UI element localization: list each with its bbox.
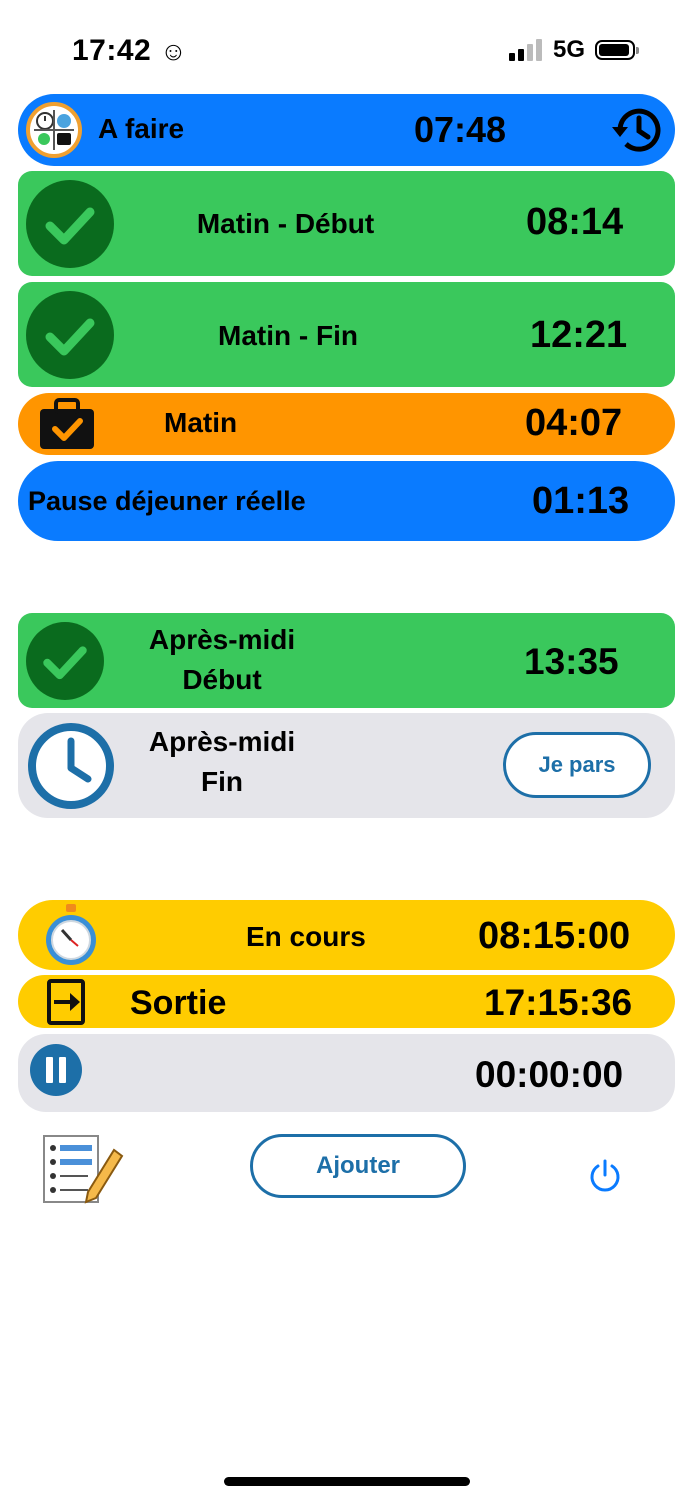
todo-value: 07:48 bbox=[414, 109, 507, 150]
pause-row: 00:00:00 bbox=[18, 1034, 675, 1112]
network-label: 5G bbox=[552, 36, 585, 63]
home-indicator[interactable] bbox=[224, 1477, 470, 1486]
in-progress-value: 08:15:00 bbox=[478, 915, 631, 957]
exit-row: Sortie 17:15:36 bbox=[18, 975, 675, 1028]
afternoon-end-label-line2: Fin bbox=[201, 765, 243, 797]
status-time: 17:42 ☺ bbox=[72, 34, 188, 67]
in-progress-label: En cours bbox=[246, 921, 366, 952]
exit-door-icon bbox=[47, 979, 85, 1025]
afternoon-start-label-line2: Début bbox=[182, 663, 262, 695]
morning-total-value: 04:07 bbox=[525, 402, 623, 444]
morning-total-label: Matin bbox=[164, 407, 238, 438]
afternoon-start-label-line1: Après-midi bbox=[148, 624, 296, 655]
morning-end-row[interactable]: Matin - Fin 12:21 bbox=[18, 282, 675, 387]
morning-start-label: Matin - Début bbox=[196, 208, 375, 239]
lunch-row: Pause déjeuner réelle 01:13 bbox=[18, 461, 675, 541]
pause-value: 00:00:00 bbox=[475, 1054, 624, 1095]
power-icon[interactable] bbox=[588, 1158, 622, 1192]
check-icon bbox=[26, 622, 104, 700]
in-progress-row: En cours 08:15:00 bbox=[18, 900, 675, 970]
morning-end-value: 12:21 bbox=[530, 314, 628, 356]
clock-icon bbox=[28, 723, 114, 809]
afternoon-end-row: Après-midi Fin Je pars bbox=[18, 713, 675, 818]
afternoon-end-label-line1: Après-midi bbox=[148, 726, 296, 757]
signal-icon bbox=[508, 39, 542, 61]
smiley-icon: ☺ bbox=[160, 36, 188, 66]
afternoon-start-value: 13:35 bbox=[524, 641, 619, 682]
add-button[interactable]: Ajouter bbox=[250, 1134, 466, 1198]
afternoon-start-label: Après-midi Début bbox=[128, 623, 316, 696]
lunch-value: 01:13 bbox=[532, 480, 630, 522]
lunch-label: Pause déjeuner réelle bbox=[28, 486, 306, 516]
morning-start-value: 08:14 bbox=[526, 201, 624, 243]
leave-button[interactable]: Je pars bbox=[503, 732, 651, 798]
check-icon bbox=[26, 180, 114, 268]
morning-total-row: Matin 04:07 bbox=[18, 393, 675, 455]
pause-icon[interactable] bbox=[28, 1042, 84, 1098]
check-icon bbox=[26, 291, 114, 379]
morning-end-label: Matin - Fin bbox=[218, 320, 358, 351]
exit-value: 17:15:36 bbox=[484, 982, 633, 1023]
app-logo-icon bbox=[26, 102, 82, 158]
stopwatch-icon bbox=[46, 904, 96, 965]
todo-row[interactable]: A faire 07:48 bbox=[18, 94, 675, 166]
briefcase-check-icon bbox=[40, 398, 94, 449]
afternoon-start-row[interactable]: Après-midi Début 13:35 bbox=[18, 613, 675, 708]
afternoon-end-label: Après-midi Fin bbox=[128, 725, 316, 798]
history-icon[interactable] bbox=[610, 105, 664, 155]
status-indicators: 5G bbox=[508, 36, 639, 64]
exit-label: Sortie bbox=[130, 984, 227, 1022]
notes-edit-icon[interactable] bbox=[40, 1134, 124, 1206]
morning-start-row[interactable]: Matin - Début 08:14 bbox=[18, 171, 675, 276]
todo-label: A faire bbox=[98, 113, 185, 144]
battery-icon bbox=[595, 40, 639, 60]
